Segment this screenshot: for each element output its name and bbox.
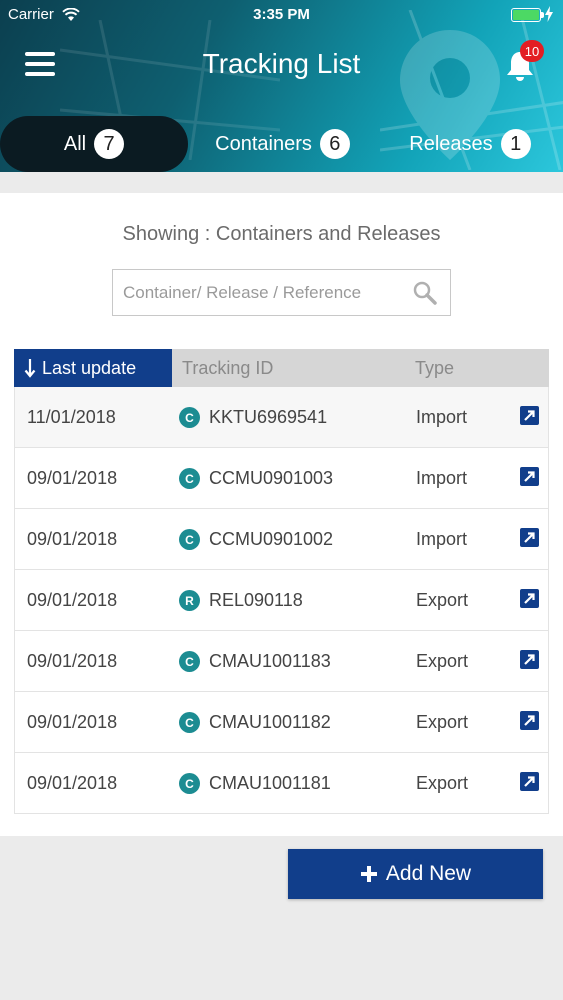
container-kind-icon: C bbox=[179, 529, 200, 550]
tracking-id-text: CMAU1001182 bbox=[209, 712, 331, 732]
row-type: Import bbox=[416, 407, 468, 427]
container-kind-icon: C bbox=[179, 651, 200, 672]
row-tracking-id: C CCMU0901003 bbox=[179, 448, 333, 509]
battery-icon bbox=[511, 8, 544, 22]
row-date: 09/01/2018 bbox=[27, 712, 118, 732]
table-row[interactable]: 11/01/2018 C KKTU6969541 Import bbox=[14, 387, 549, 448]
carrier-label: Carrier bbox=[8, 6, 54, 23]
tracking-id-text: CMAU1001181 bbox=[209, 773, 331, 793]
row-type: Export bbox=[416, 773, 469, 793]
container-kind-icon: C bbox=[179, 712, 200, 733]
table-row[interactable]: 09/01/2018 C CMAU1001183 Export bbox=[14, 631, 549, 692]
row-date: 09/01/2018 bbox=[27, 590, 118, 610]
tracking-id-text: REL090118 bbox=[209, 590, 303, 610]
app-header: Carrier 3:35 PM Tracking List 10 All 7 C… bbox=[0, 0, 563, 172]
open-external-icon[interactable] bbox=[520, 406, 539, 425]
charging-bolt-icon bbox=[545, 6, 553, 22]
add-new-label: Add New bbox=[385, 862, 472, 885]
row-date: 09/01/2018 bbox=[27, 468, 118, 488]
table-row[interactable]: 09/01/2018 R REL090118 Export bbox=[14, 570, 549, 631]
notification-badge: 10 bbox=[520, 40, 544, 62]
filter-tabs: All 7 Containers 6 Releases 1 bbox=[0, 116, 563, 172]
row-type: Export bbox=[416, 590, 469, 610]
row-tracking-id: C CMAU1001182 bbox=[179, 692, 331, 753]
container-kind-icon: C bbox=[179, 773, 200, 794]
showing-label: Showing : Containers and Releases bbox=[122, 223, 441, 245]
sort-down-arrow-icon bbox=[24, 359, 36, 378]
open-external-icon[interactable] bbox=[520, 772, 539, 791]
row-tracking-id: R REL090118 bbox=[179, 570, 303, 631]
tab-label: All bbox=[63, 132, 87, 155]
row-tracking-id: C CMAU1001181 bbox=[179, 753, 331, 814]
open-external-icon[interactable] bbox=[520, 711, 539, 730]
tab-count-badge: 1 bbox=[500, 129, 531, 159]
table-row[interactable]: 09/01/2018 C CMAU1001181 Export bbox=[14, 753, 549, 814]
row-tracking-id: C CMAU1001183 bbox=[179, 631, 331, 692]
column-header-last-update[interactable]: Last update bbox=[14, 349, 172, 387]
wifi-icon bbox=[62, 7, 80, 21]
table-row[interactable]: 09/01/2018 C CCMU0901003 Import bbox=[14, 448, 549, 509]
row-type: Import bbox=[416, 529, 468, 549]
table-row[interactable]: 09/01/2018 C CCMU0901002 Import bbox=[14, 509, 549, 570]
table-row[interactable]: 09/01/2018 C CMAU1001182 Export bbox=[14, 692, 549, 753]
plus-icon bbox=[360, 866, 377, 882]
tab-label: Containers bbox=[215, 132, 312, 155]
menu-icon[interactable] bbox=[25, 52, 55, 78]
open-external-icon[interactable] bbox=[520, 650, 539, 669]
search-input[interactable] bbox=[123, 270, 413, 315]
tracking-id-text: CMAU1001183 bbox=[209, 651, 331, 671]
status-bar: Carrier 3:35 PM bbox=[0, 0, 563, 30]
row-date: 09/01/2018 bbox=[27, 651, 118, 671]
tab-all[interactable]: All 7 bbox=[0, 116, 188, 172]
tracking-id-text: CCMU0901003 bbox=[209, 468, 334, 488]
tracking-table: Last update Tracking ID Type 11/01/2018 … bbox=[14, 349, 549, 814]
release-kind-icon: R bbox=[179, 590, 200, 611]
search-box[interactable] bbox=[112, 269, 451, 316]
column-label: Last update bbox=[42, 357, 137, 378]
search-icon[interactable] bbox=[412, 280, 438, 306]
tab-count-badge: 6 bbox=[319, 129, 350, 159]
container-kind-icon: C bbox=[179, 468, 200, 489]
tracking-card: Showing : Containers and Releases Last u… bbox=[0, 193, 563, 836]
tab-count-badge: 7 bbox=[94, 129, 125, 159]
row-tracking-id: C KKTU6969541 bbox=[179, 387, 327, 448]
row-date: 11/01/2018 bbox=[27, 407, 116, 427]
column-header-tracking-id[interactable]: Tracking ID bbox=[182, 349, 273, 387]
table-header: Last update Tracking ID Type bbox=[14, 349, 549, 387]
row-type: Export bbox=[416, 651, 469, 671]
tab-releases[interactable]: Releases 1 bbox=[395, 116, 545, 172]
carrier-indicator: Carrier bbox=[8, 6, 80, 23]
row-type: Export bbox=[416, 712, 469, 732]
open-external-icon[interactable] bbox=[520, 528, 539, 547]
tracking-id-text: KKTU6969541 bbox=[209, 407, 328, 427]
container-kind-icon: C bbox=[179, 407, 200, 428]
column-header-type[interactable]: Type bbox=[415, 349, 454, 387]
open-external-icon[interactable] bbox=[520, 467, 539, 486]
add-new-button[interactable]: Add New bbox=[288, 849, 543, 899]
open-external-icon[interactable] bbox=[520, 589, 539, 608]
tracking-id-text: CCMU0901002 bbox=[209, 529, 334, 549]
tab-containers[interactable]: Containers 6 bbox=[195, 116, 370, 172]
tab-label: Releases bbox=[409, 132, 493, 155]
row-type: Import bbox=[416, 468, 468, 488]
row-date: 09/01/2018 bbox=[27, 529, 118, 549]
clock: 3:35 PM bbox=[253, 6, 310, 23]
row-date: 09/01/2018 bbox=[27, 773, 118, 793]
row-tracking-id: C CCMU0901002 bbox=[179, 509, 333, 570]
